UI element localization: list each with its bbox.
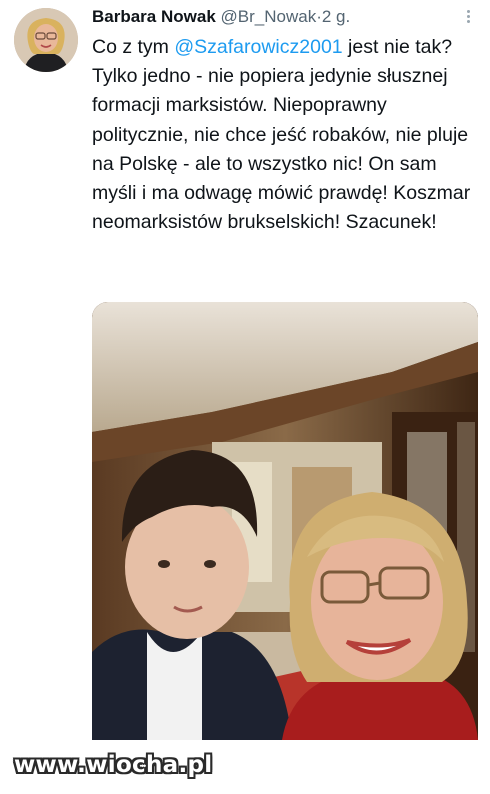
photo-image: [92, 302, 478, 740]
tweet-time[interactable]: 2 g.: [322, 7, 350, 26]
tweet-header: Barbara Nowak @Br_Nowak·2 g.: [92, 6, 472, 30]
author-name[interactable]: Barbara Nowak: [92, 7, 216, 26]
mention-link[interactable]: @Szafarowicz2001: [174, 36, 342, 58]
tweet-text-prefix: Co z tym: [92, 36, 175, 58]
watermark-bar: www.wiocha.pl: [0, 740, 490, 794]
more-options-icon[interactable]: [460, 8, 476, 28]
avatar[interactable]: [14, 8, 78, 72]
tweet-text-body: jest nie tak? Tylko jedno - nie popiera …: [92, 36, 471, 234]
avatar-photo: [14, 8, 78, 72]
watermark: www.wiocha.pl: [14, 752, 213, 778]
tweet-text: Co z tym @Szafarowicz2001 jest nie tak? …: [92, 33, 472, 237]
tweet[interactable]: Barbara Nowak @Br_Nowak·2 g. Co z tym @S…: [0, 0, 490, 740]
tweet-media-photo[interactable]: [92, 302, 478, 740]
author-handle[interactable]: @Br_Nowak: [221, 7, 317, 26]
